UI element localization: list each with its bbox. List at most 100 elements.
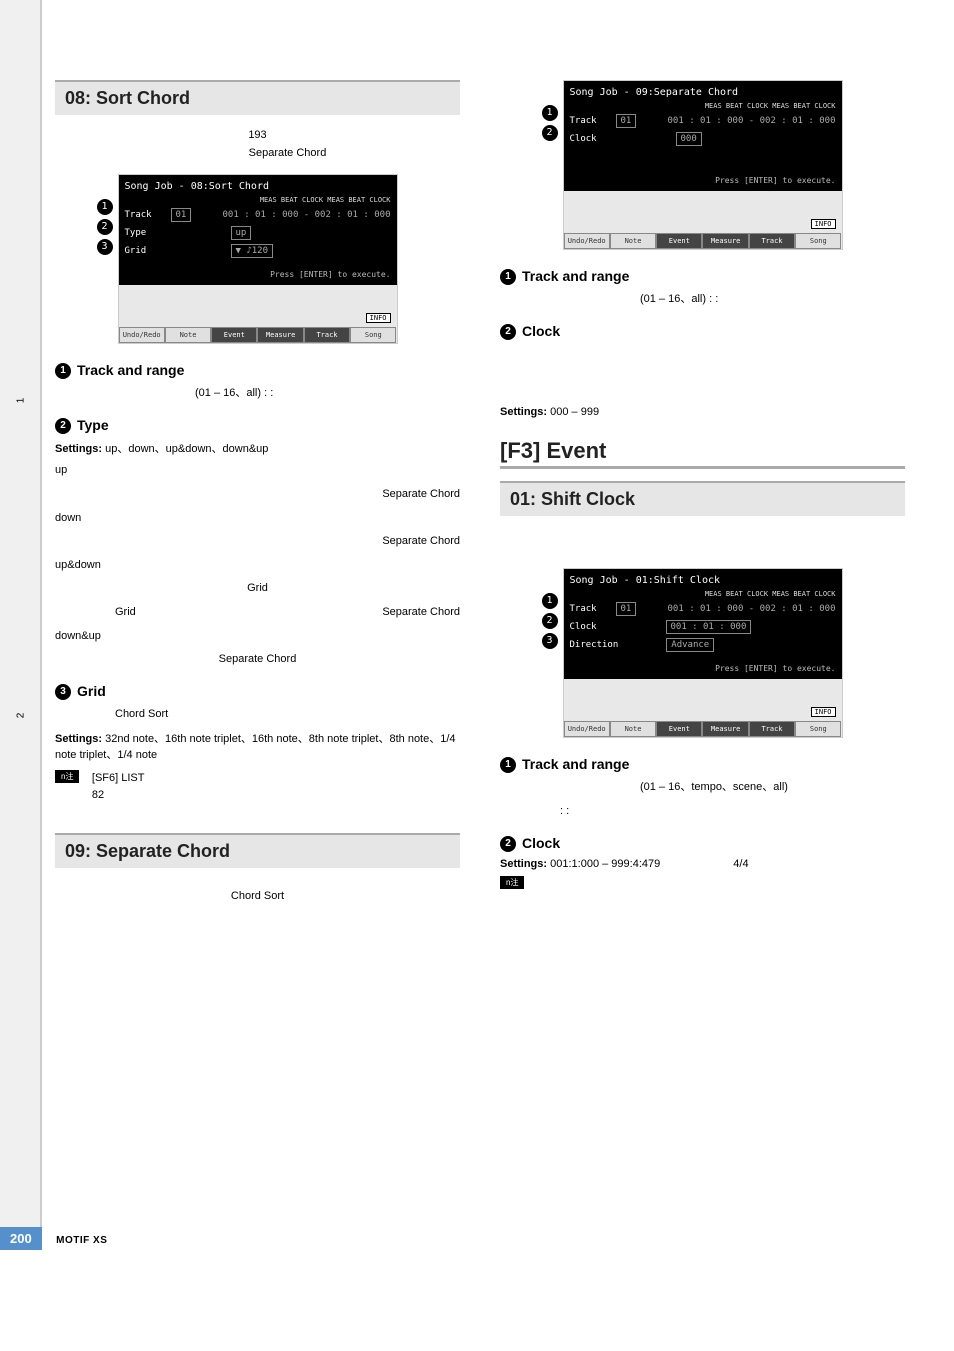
scr08-title: Song Job - 08:Sort Chord [125, 181, 391, 192]
marker-b1: 1 [542, 593, 558, 609]
page-number: 200 [0, 1227, 42, 1250]
marker-1: 1 [97, 199, 113, 215]
scr01-hdr: MEAS BEAT CLOCK MEAS BEAT CLOCK [570, 590, 836, 598]
scr08-grid-lbl: Grid [125, 246, 165, 256]
r-p4-extra: 4/4 [733, 858, 748, 870]
scr01-tab-1: Note [610, 721, 656, 737]
sec09-txt: Chord Sort [55, 888, 460, 906]
screenshot-09: 1 2 Song Job - 09:Separate Chord MEAS BE… [563, 80, 843, 250]
r-p4-set: 001:1:000 – 999:4:479 [550, 858, 660, 870]
sec08-p3-set-lbl: Settings: [55, 733, 102, 745]
sec08-title: 08: Sort Chord [55, 80, 460, 115]
r-p3-txt: (01 – 16、tempo、scene、all) [640, 779, 905, 797]
footer-model: MOTIF XS [56, 1235, 107, 1246]
f3-title: [F3] Event [500, 438, 905, 464]
scr08-grid-val: ▼ ♪120 [231, 244, 274, 258]
scr08-hdr: MEAS BEAT CLOCK MEAS BEAT CLOCK [125, 196, 391, 204]
sec08-p1-head: Track and range [77, 362, 184, 378]
sec08-up-lbl: up [55, 462, 460, 480]
sec08-down-txt: Separate Chord [55, 533, 460, 551]
screenshot-01: 1 2 3 Song Job - 01:Shift Clock MEAS BEA… [563, 568, 843, 738]
scr01-tab-0: Undo/Redo [564, 721, 610, 737]
sec08-note2: 82 [92, 789, 104, 801]
scr01-dir-lbl: Direction [570, 640, 619, 650]
note-badge-1: n注 [55, 770, 79, 783]
sec08-p2-set: up、down、up&down、down&up [105, 443, 268, 455]
scr09-clock-lbl: Clock [570, 134, 610, 144]
r-p3-head: Track and range [522, 756, 629, 772]
scr08-track-lbl: Track [125, 210, 165, 220]
sec08-ud-lbl: up&down [55, 557, 460, 575]
scr09-tab-0: Undo/Redo [564, 233, 610, 249]
scr09-clock-val: 000 [676, 132, 702, 146]
scr01-track-lbl: Track [570, 604, 610, 614]
scr09-tab-3: Measure [702, 233, 748, 249]
marker-3: 3 [97, 239, 113, 255]
scr09-track-lbl: Track [570, 116, 610, 126]
sec08-du-lbl: down&up [55, 628, 460, 646]
scr09-tab-1: Note [610, 233, 656, 249]
sec08-p2-head: Type [77, 417, 109, 433]
r-p2-set: 000 – 999 [550, 406, 599, 418]
scr01-track-val: 01 [616, 602, 637, 616]
scr01-clock-lbl: Clock [570, 622, 610, 632]
scr09-track-val: 01 [616, 114, 637, 128]
sec09-title: 09: Separate Chord [55, 833, 460, 868]
scr09-enter: Press [ENTER] to execute. [715, 176, 835, 185]
scr09-vals: 001 : 01 : 000 - 002 : 01 : 000 [636, 116, 835, 126]
marker-r1: 1 [542, 105, 558, 121]
left-column: 08: Sort Chord 193 Separate Chord 1 2 3 … [55, 80, 460, 911]
scr01-vals: 001 : 01 : 000 - 002 : 01 : 000 [636, 604, 835, 614]
sec08-p1-txt: (01 – 16、all) : : [195, 385, 460, 403]
scr08-tab-3: Measure [257, 327, 303, 343]
marker-b2: 2 [542, 613, 558, 629]
sec08-ud-t3: Separate Chord [382, 604, 460, 622]
sec08-p3-head: Grid [77, 683, 106, 699]
scr08-type-val: up [231, 226, 252, 240]
scr08-tab-0: Undo/Redo [119, 327, 165, 343]
right-column: 1 2 Song Job - 09:Separate Chord MEAS BE… [500, 80, 905, 911]
sec08-pretxt: Separate Chord [249, 147, 327, 159]
r-p3-txt2: : : [560, 803, 905, 821]
sec01-title: 01: Shift Clock [500, 481, 905, 516]
marker-b3: 3 [542, 633, 558, 649]
scr09-title: Song Job - 09:Separate Chord [570, 87, 836, 98]
r-p2-head: Clock [522, 323, 560, 339]
scr09-info: INFO [811, 219, 836, 229]
scr08-track-val: 01 [171, 208, 192, 222]
scr01-info: INFO [811, 707, 836, 717]
scr08-vals: 001 : 01 : 000 - 002 : 01 : 000 [191, 210, 390, 220]
scr01-enter: Press [ENTER] to execute. [715, 664, 835, 673]
scr09-tab-4: Track [749, 233, 795, 249]
r-p4-set-lbl: Settings: [500, 858, 547, 870]
scr01-title: Song Job - 01:Shift Clock [570, 575, 836, 586]
scr01-tab-2: Event [656, 721, 702, 737]
scr09-tab-2: Event [656, 233, 702, 249]
sec08-up-txt: Separate Chord [55, 486, 460, 504]
sec08-note1: [SF6] LIST [92, 772, 145, 784]
sec08-ud-t1: Grid [55, 580, 460, 598]
r-p4-head: Clock [522, 835, 560, 851]
sec08-p3-set: 32nd note、16th note triplet、16th note、8t… [55, 733, 456, 761]
side-num-1: 1 [15, 398, 26, 404]
screenshot-08: 1 2 3 Song Job - 08:Sort Chord MEAS BEAT… [118, 174, 398, 344]
sec08-prenum: 193 [248, 129, 266, 141]
sec08-p2-set-lbl: Settings: [55, 443, 102, 455]
scr08-tab-4: Track [304, 327, 350, 343]
marker-2: 2 [97, 219, 113, 235]
scr08-type-lbl: Type [125, 228, 165, 238]
r-p1-head: Track and range [522, 268, 629, 284]
scr01-tab-3: Measure [702, 721, 748, 737]
sec08-p3-t1: Chord Sort [115, 706, 460, 724]
scr01-dir-val: Advance [666, 638, 714, 652]
r-p1-txt: (01 – 16、all) : : [640, 291, 905, 309]
marker-r2: 2 [542, 125, 558, 141]
side-num-2: 2 [15, 713, 26, 719]
r-p2-set-lbl: Settings: [500, 406, 547, 418]
scr08-info: INFO [366, 313, 391, 323]
scr08-tab-1: Note [165, 327, 211, 343]
scr01-tab-5: Song [795, 721, 841, 737]
sidebar: 1 2 [0, 0, 42, 1230]
scr09-hdr: MEAS BEAT CLOCK MEAS BEAT CLOCK [570, 102, 836, 110]
scr08-tab-2: Event [211, 327, 257, 343]
